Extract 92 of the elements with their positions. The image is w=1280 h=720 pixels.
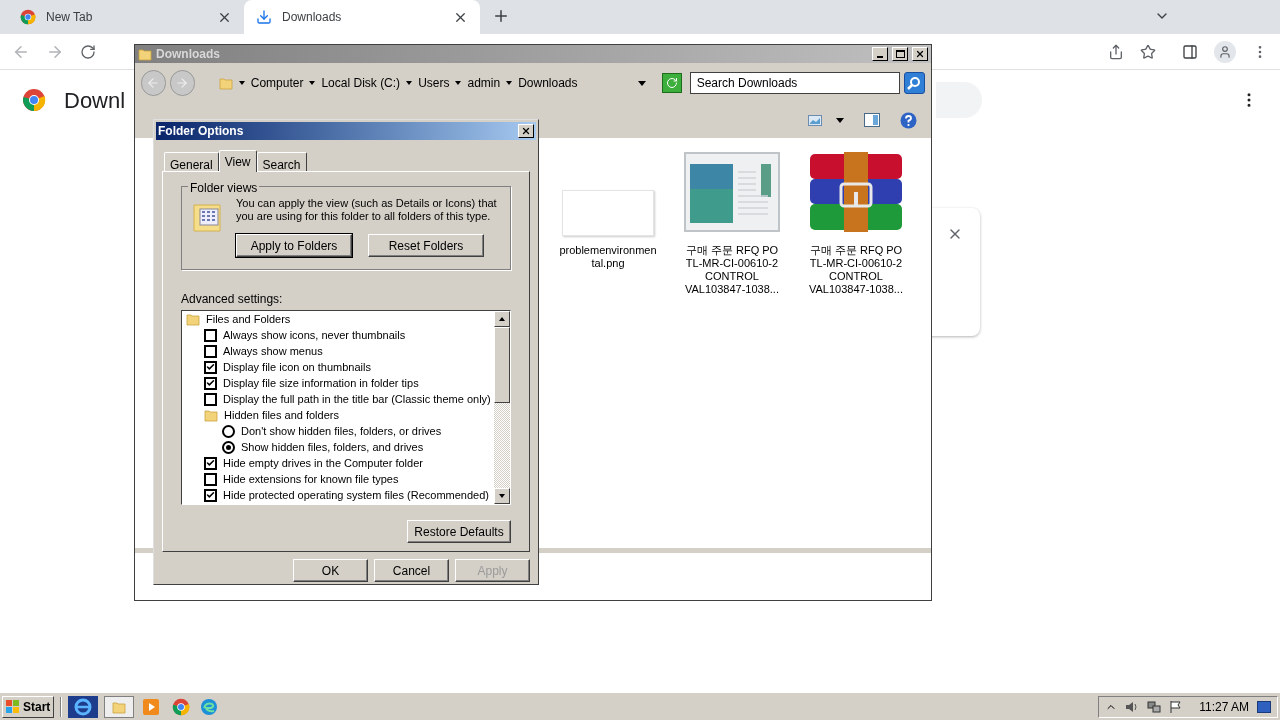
close-icon[interactable] bbox=[518, 124, 534, 138]
dialog-button[interactable]: OK bbox=[293, 559, 368, 582]
folder-download-icon bbox=[218, 76, 233, 90]
file-name[interactable]: problemenvironmental.png bbox=[559, 244, 657, 270]
stacked-books-icon bbox=[809, 152, 903, 232]
description-text: You can apply the view (such as Details or Icons) that you are using for this folder to all folders of this type. bbox=[236, 197, 498, 223]
profile-icon[interactable] bbox=[1214, 40, 1236, 63]
setting-label: Always show menus bbox=[223, 343, 323, 359]
dialog-tab[interactable]: View bbox=[218, 150, 257, 172]
speaker-icon[interactable] bbox=[1125, 699, 1140, 714]
setting-label: Hide extensions for known file types bbox=[223, 471, 399, 487]
checkbox[interactable] bbox=[204, 376, 217, 390]
setting-label: Hide protected operating system files (Recommended) bbox=[223, 487, 489, 503]
restore-defaults-button[interactable]: Restore Defaults bbox=[407, 520, 511, 543]
back-arrow-icon bbox=[146, 76, 161, 90]
dialog-tab[interactable]: General bbox=[164, 152, 219, 171]
folder-grid-icon bbox=[192, 201, 224, 235]
setting-label: Display the full path in the title bar (Classic theme only) bbox=[223, 391, 491, 407]
dialog-button[interactable]: Cancel bbox=[374, 559, 449, 582]
folder-icon bbox=[204, 408, 218, 422]
help-icon[interactable] bbox=[900, 111, 917, 129]
window-title: Downloads bbox=[156, 46, 221, 63]
setting-label: Hidden files and folders bbox=[224, 407, 339, 423]
download-icon bbox=[256, 9, 272, 25]
page-title: Downl bbox=[64, 86, 126, 115]
new-tab-icon[interactable] bbox=[492, 7, 510, 25]
caret-icon[interactable] bbox=[506, 81, 513, 85]
breadcrumb-item[interactable]: Downloads bbox=[518, 74, 578, 92]
browser-tab[interactable]: New Tab bbox=[8, 0, 244, 34]
folder-icon bbox=[112, 699, 127, 714]
scrollbar[interactable] bbox=[494, 311, 510, 504]
side-panel-icon[interactable] bbox=[1182, 43, 1198, 60]
setting-label: Files and Folders bbox=[206, 311, 291, 327]
bookmark-star-icon[interactable] bbox=[1140, 43, 1156, 60]
search-field[interactable]: Search Downloads bbox=[689, 72, 900, 94]
radio-button[interactable] bbox=[222, 424, 235, 438]
setting-label: Display file icon on thumbnails bbox=[223, 359, 371, 375]
checkbox[interactable] bbox=[204, 328, 217, 342]
setting-label: Hide empty drives in the Computer folder bbox=[223, 455, 423, 471]
preview-pane-icon[interactable] bbox=[864, 113, 880, 127]
setting-label: Display file size information in folder tips bbox=[223, 375, 419, 391]
chrome-logo-icon bbox=[20, 9, 36, 25]
checkbox[interactable] bbox=[204, 344, 217, 358]
apply-to-folders-button[interactable]: Apply to Folders bbox=[236, 234, 352, 257]
caret-icon[interactable] bbox=[238, 81, 245, 85]
browser-tab[interactable]: Downloads bbox=[244, 0, 480, 34]
file-name[interactable]: 구매 주문 RFQ PO TL-MR-CI-00610-2 CONTROL VAL103847-1038... bbox=[807, 244, 905, 296]
flag-icon[interactable] bbox=[1169, 699, 1184, 714]
advanced-settings-label: Advanced settings: bbox=[181, 291, 284, 308]
chrome-logo-icon bbox=[22, 88, 46, 112]
share-icon[interactable] bbox=[1108, 43, 1124, 60]
caret-icon[interactable] bbox=[836, 117, 844, 123]
reset-folders-button[interactable]: Reset Folders bbox=[368, 234, 484, 257]
reload-icon[interactable] bbox=[80, 43, 96, 60]
breadcrumb-item[interactable]: admin bbox=[467, 74, 501, 92]
caret-icon[interactable] bbox=[406, 81, 413, 85]
file-name[interactable]: 구매 주문 RFQ PO TL-MR-CI-00610-2 CONTROL VAL103847-1038... bbox=[683, 244, 781, 296]
setting-label: Show hidden files, folders, and drives bbox=[241, 439, 424, 455]
caret-icon[interactable] bbox=[455, 81, 462, 85]
windows-logo-icon bbox=[6, 699, 20, 714]
minimize-icon[interactable] bbox=[872, 47, 888, 61]
dropdown-caret-icon[interactable] bbox=[638, 80, 647, 86]
view-picture-icon[interactable] bbox=[808, 114, 822, 126]
radio-button[interactable] bbox=[222, 440, 235, 454]
breadcrumb-item[interactable]: Local Disk (C:) bbox=[321, 74, 401, 92]
address-bar[interactable]: Computer Local Disk (C:) Users admin Downloads bbox=[214, 71, 635, 95]
chrome-taskbar-icon bbox=[172, 697, 191, 716]
checkbox[interactable] bbox=[204, 472, 217, 486]
show-desktop-button[interactable] bbox=[1257, 700, 1271, 713]
refresh-icon[interactable] bbox=[662, 73, 682, 93]
dialog-title: Folder Options bbox=[158, 123, 245, 140]
document-window-icon bbox=[684, 152, 780, 232]
folder-taskbar-icon[interactable] bbox=[104, 695, 135, 718]
checkbox[interactable] bbox=[204, 488, 217, 502]
search-icon[interactable] bbox=[903, 72, 925, 94]
caret-icon[interactable] bbox=[309, 81, 316, 85]
checkbox[interactable] bbox=[204, 360, 217, 374]
network-icon[interactable] bbox=[1147, 699, 1162, 714]
dialog-tab[interactable]: Search bbox=[256, 152, 307, 171]
checkbox[interactable] bbox=[204, 456, 217, 470]
setting-label: Don't show hidden files, folders, or drives bbox=[241, 423, 442, 439]
maximize-icon[interactable] bbox=[892, 47, 908, 61]
folder-download-icon bbox=[138, 47, 152, 61]
forward-arrow-icon bbox=[175, 76, 190, 90]
setting-label: Always show icons, never thumbnails bbox=[223, 327, 406, 343]
breadcrumb-item[interactable]: Computer bbox=[250, 74, 304, 92]
breadcrumb-item[interactable]: Users bbox=[418, 74, 450, 92]
checkbox[interactable] bbox=[204, 392, 217, 406]
folder-icon bbox=[186, 312, 200, 326]
start-button[interactable]: Start bbox=[2, 695, 55, 718]
close-icon[interactable] bbox=[912, 47, 928, 61]
browser-globe-icon[interactable] bbox=[68, 695, 99, 718]
